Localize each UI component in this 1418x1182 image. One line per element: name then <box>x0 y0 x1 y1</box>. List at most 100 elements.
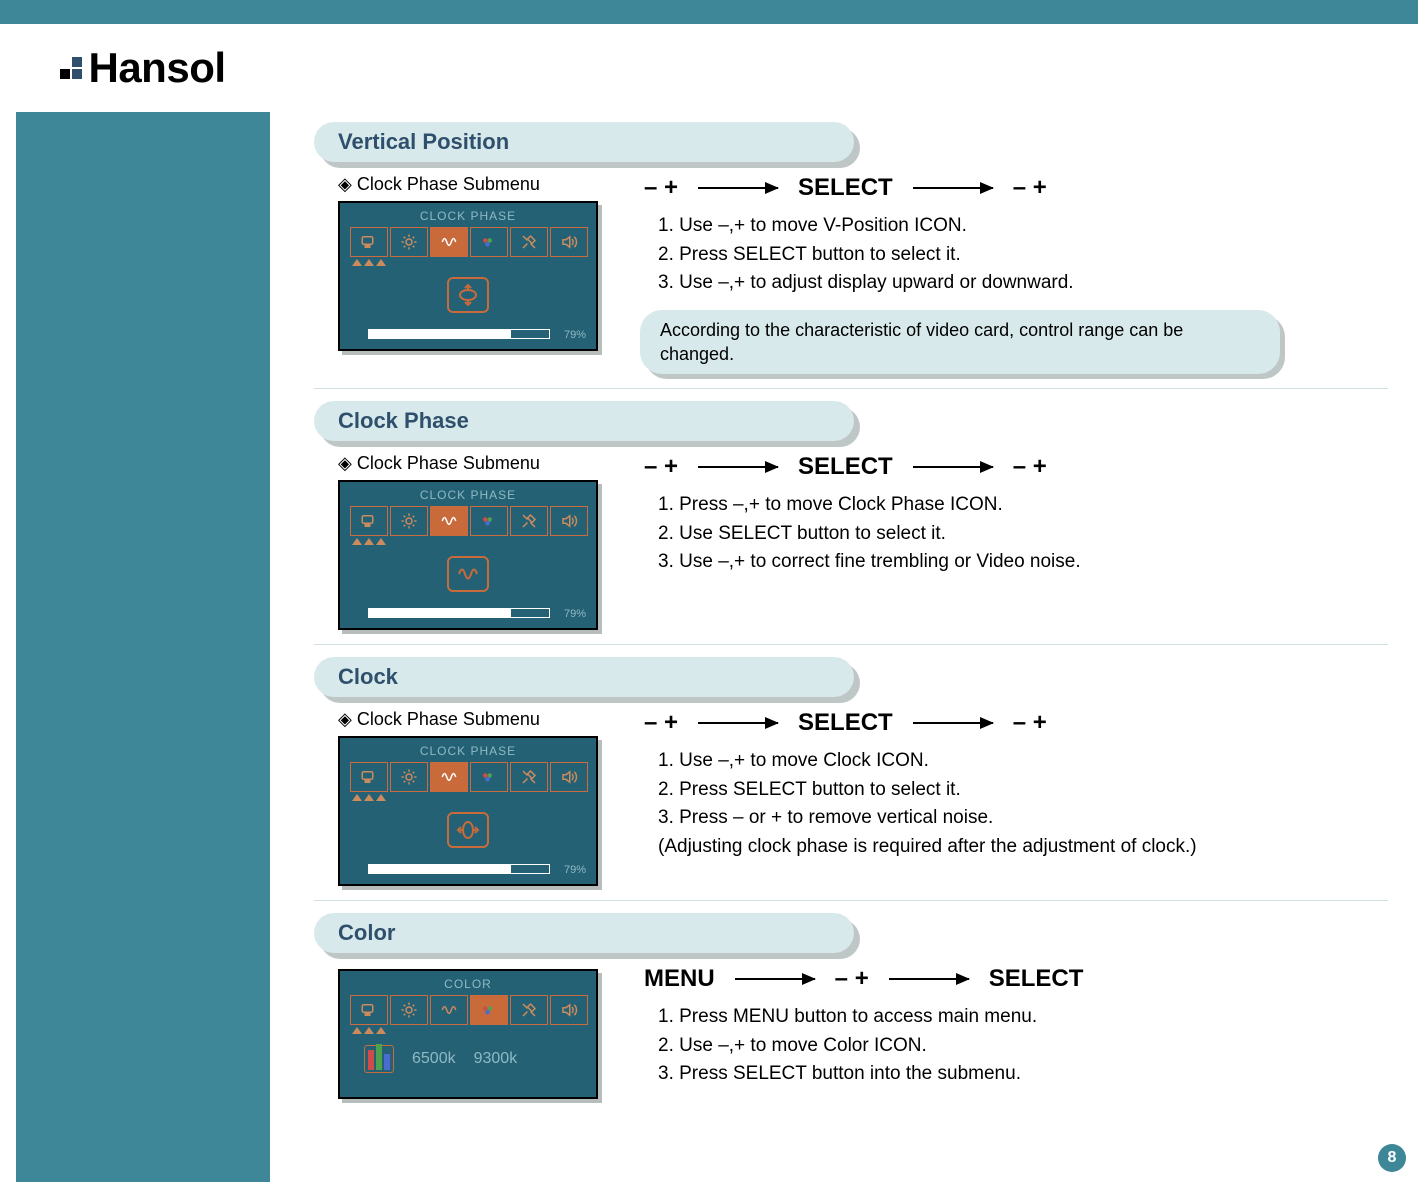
section: Clock Phase Clock Phase Submenu CLOCK PH… <box>314 401 1388 645</box>
osd-center-icon <box>447 812 489 848</box>
osd-color-row: 6500k 9300k <box>364 1045 580 1073</box>
flow-token-minus_plus: – + <box>1013 709 1047 737</box>
steps-list: 1. Use –,+ to move Clock ICON.2. Press S… <box>640 747 1388 861</box>
flow-row: – +SELECT– + <box>640 709 1388 737</box>
steps-list: 1. Press MENU button to access main menu… <box>640 1003 1388 1089</box>
arrow-icon <box>889 978 969 980</box>
osd-icon <box>390 762 428 792</box>
step-line: 3. Use –,+ to adjust display upward or d… <box>658 269 1388 298</box>
osd-percent: 79% <box>564 608 586 620</box>
section-divider <box>314 388 1388 389</box>
flow-token-select: SELECT <box>798 709 893 737</box>
flow-token-select: SELECT <box>798 453 893 481</box>
steps-list: 1. Press –,+ to move Clock Phase ICON.2.… <box>640 491 1388 577</box>
osd-icon <box>550 995 588 1025</box>
section-title: Vertical Position <box>314 122 854 162</box>
osd-icon <box>510 506 548 536</box>
section: Vertical Position Clock Phase Submenu CL… <box>314 122 1388 389</box>
osd-triangles <box>352 538 386 545</box>
osd-icon <box>470 227 508 257</box>
osd-title: CLOCK PHASE <box>340 209 596 223</box>
osd-icon-row <box>350 995 588 1025</box>
osd-icon <box>550 762 588 792</box>
osd-icon <box>390 227 428 257</box>
section-title-wrap: Color <box>314 913 854 953</box>
section-title-wrap: Clock <box>314 657 854 697</box>
section-title: Clock Phase <box>314 401 854 441</box>
flow-row: MENU– +SELECT <box>640 965 1388 993</box>
section-title: Clock <box>314 657 854 697</box>
heading-underline <box>300 100 1398 101</box>
arrow-icon <box>698 722 778 724</box>
heading-suffix: 모니터 <box>518 36 665 104</box>
osd-title: CLOCK PHASE <box>340 744 596 758</box>
osd-icon <box>470 762 508 792</box>
submenu-label: Clock Phase Submenu <box>338 709 608 730</box>
osd-title: CLOCK PHASE <box>340 488 596 502</box>
section-title-wrap: Clock Phase <box>314 401 854 441</box>
step-line: 2. Press SELECT button to select it. <box>658 776 1388 805</box>
osd-triangles <box>352 1027 386 1034</box>
step-line: 1. Use –,+ to move V-Position ICON. <box>658 212 1388 241</box>
step-line: 2. Press SELECT button to select it. <box>658 241 1388 270</box>
flow-row: – + SELECT – + <box>640 453 1388 481</box>
step-line: 3. Use –,+ to correct fine trembling or … <box>658 548 1388 577</box>
flow-token-minus_plus: – + <box>644 453 678 481</box>
submenu-label: Clock Phase Submenu <box>338 453 608 474</box>
step-line: 1. Press MENU button to access main menu… <box>658 1003 1388 1032</box>
osd-icon <box>430 227 468 257</box>
submenu-label: Clock Phase Submenu <box>338 174 608 195</box>
flow-token-minus_plus: – + <box>835 965 869 993</box>
arrow-icon <box>913 722 993 724</box>
osd-progress-bar <box>368 329 550 339</box>
note-box: According to the characteristic of video… <box>640 310 1280 375</box>
osd-progress-bar <box>368 864 550 874</box>
osd-triangles <box>352 259 386 266</box>
osd-icon <box>510 762 548 792</box>
osd-icon <box>550 227 588 257</box>
step-line: 2. Use –,+ to move Color ICON. <box>658 1032 1388 1061</box>
osd-triangles <box>352 794 386 801</box>
step-line: 1. Press –,+ to move Clock Phase ICON. <box>658 491 1388 520</box>
brand-name: Hansol <box>88 44 225 92</box>
osd-progress-bar <box>368 608 550 618</box>
step-line: 3. Press – or + to remove vertical noise… <box>658 804 1388 833</box>
flow-token-minus_plus: – + <box>1013 174 1047 202</box>
osd-icon <box>510 995 548 1025</box>
osd-icon <box>430 762 468 792</box>
flow-token-minus_plus: – + <box>1013 453 1047 481</box>
osd-screenshot: COLOR 6500k 9300k <box>338 969 598 1099</box>
osd-percent: 79% <box>564 329 586 341</box>
osd-icon <box>350 506 388 536</box>
section-title-wrap: Vertical Position <box>314 122 854 162</box>
arrow-icon <box>913 187 993 189</box>
osd-center-icon <box>447 277 489 313</box>
osd-icon-row <box>350 762 588 792</box>
brand-logo: Hansol <box>16 24 270 112</box>
flow-row: – + SELECT – + <box>640 174 1388 202</box>
step-line: 1. Use –,+ to move Clock ICON. <box>658 747 1388 776</box>
osd-icon <box>390 995 428 1025</box>
osd-screenshot: CLOCK PHASE 79% <box>338 201 598 351</box>
page-number-badge: 8 <box>1378 1144 1406 1172</box>
osd-icon <box>470 995 508 1025</box>
step-line: (Adjusting clock phase is required after… <box>658 833 1388 862</box>
arrow-icon <box>698 187 778 189</box>
flow-token-select: SELECT <box>798 174 893 202</box>
osd-icon-row <box>350 506 588 536</box>
step-line: 2. Use SELECT button to select it. <box>658 520 1388 549</box>
page-number: 8 <box>1388 1149 1397 1167</box>
osd-icon <box>430 995 468 1025</box>
osd-icon <box>350 227 388 257</box>
osd-icon <box>350 995 388 1025</box>
osd-percent: 79% <box>564 864 586 876</box>
heading-product: TFT-LCD <box>300 48 505 101</box>
osd-title: COLOR <box>340 977 596 991</box>
sidebar-panel <box>16 112 270 1182</box>
color-option-a: 6500k <box>412 1050 456 1068</box>
note-text: According to the characteristic of video… <box>640 310 1280 375</box>
rgb-bars-icon <box>364 1045 394 1073</box>
flow-token-minus_plus: – + <box>644 174 678 202</box>
arrow-icon <box>698 466 778 468</box>
page-heading: TFT-LCD 모니터 <box>300 36 665 104</box>
